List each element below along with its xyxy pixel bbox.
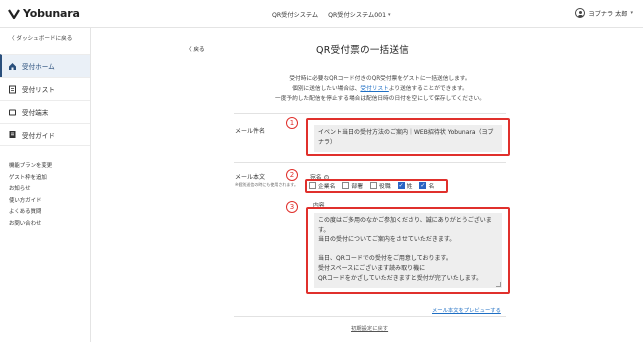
user-avatar-icon: [575, 8, 586, 18]
divider: [234, 113, 506, 114]
description-line: 一度予約した配信を停止する場合は配信日時の日付を空にして保存してください。: [275, 96, 485, 102]
body-note: ※個別送信の時にも使用されます。: [235, 182, 298, 187]
marker-2: 2: [286, 169, 298, 181]
content-textarea[interactable]: この度はご多用のなかご参加くださり、誠にありがとうございます。 当日の受付につい…: [314, 213, 502, 288]
marker-1: 1: [286, 117, 298, 129]
brand-name: Yobunara: [23, 7, 80, 20]
checkbox-position[interactable]: 役職: [370, 181, 391, 190]
sidebar-link-add-guest[interactable]: ゲスト枠を追加: [9, 173, 52, 185]
sidebar-item-list[interactable]: 受付リスト: [0, 77, 90, 100]
checkbox-label: 部署: [351, 184, 364, 190]
checkbox-label: 企業名: [318, 184, 336, 190]
body-label: メール本文: [235, 174, 266, 181]
reset-defaults-link[interactable]: 初期設定に戻す: [351, 324, 388, 332]
sidebar-nav: 受付ホーム 受付リスト 受付端末 受付ガイド: [0, 54, 90, 146]
yobunara-logo-icon: [8, 8, 20, 19]
checkbox-company[interactable]: 企業名: [309, 181, 335, 190]
sidebar-item-home[interactable]: 受付ホーム: [0, 54, 90, 77]
home-icon: [8, 62, 17, 71]
sidebar-item-label: 受付端末: [22, 109, 49, 117]
system-selector[interactable]: QR受付システム001 ▾: [328, 10, 391, 20]
divider: [234, 316, 506, 317]
checkbox-label: 役職: [379, 184, 391, 190]
sidebar-item-guide[interactable]: 受付ガイド: [0, 123, 90, 146]
checkbox-label: 姓: [406, 184, 413, 190]
salutation-checkboxes: 企業名 部署 役職 ✓ 姓 ✓ 名: [309, 181, 434, 190]
book-icon: [8, 130, 17, 139]
description-text: より送信することができます。: [388, 86, 468, 92]
page-description: 受付時に必要なQRコード付きのQR受付票をゲストに一括送信します。 個別に送信し…: [230, 74, 530, 104]
preview-body-link[interactable]: メール本文をプレビューする: [432, 306, 501, 314]
checkbox-box[interactable]: [370, 182, 378, 189]
reception-list-link[interactable]: 受付リスト: [360, 86, 388, 92]
chevron-down-icon: ▾: [388, 11, 391, 18]
tablet-icon: [8, 108, 17, 117]
sidebar-item-terminal[interactable]: 受付端末: [0, 100, 90, 123]
divider: [234, 162, 506, 163]
chevron-down-icon: ▾: [630, 10, 633, 16]
subject-label: メール件名: [235, 128, 266, 135]
top-bar: Yobunara QR受付システム QR受付システム001 ▾ ヨブナラ 太郎 …: [0, 0, 643, 28]
checkbox-label: 名: [428, 184, 435, 190]
checkbox-department[interactable]: 部署: [342, 181, 363, 190]
checkbox-last-name[interactable]: ✓ 姓: [397, 181, 413, 190]
sidebar-item-label: 受付ガイド: [22, 131, 55, 140]
page-title: QR受付票の一括送信: [316, 45, 410, 56]
checkmark-icon[interactable]: ✓: [397, 182, 405, 189]
back-to-dashboard-link[interactable]: 〈 ダッシュボードに戻る: [9, 34, 72, 42]
checkbox-box[interactable]: [309, 182, 316, 189]
logo[interactable]: Yobunara: [8, 7, 80, 20]
description-line: 個別に送信したい場合は、受付リストより送信することができます。: [230, 84, 530, 94]
sidebar-link-news[interactable]: お知らせ: [9, 184, 52, 196]
sidebar-link-contact[interactable]: お問い合わせ: [9, 219, 52, 231]
sidebar-item-label: 受付ホーム: [22, 63, 55, 71]
sidebar-links: 機能プランを変更 ゲスト枠を追加 お知らせ 使い方ガイド よくある質問 お問い合…: [9, 161, 52, 230]
description-text: 個別に送信したい場合は、: [292, 86, 361, 92]
user-name: ヨブナラ 太郎: [588, 10, 628, 18]
back-link[interactable]: 〈 戻る: [186, 45, 205, 53]
marker-3: 3: [286, 201, 298, 213]
sidebar-link-usage-guide[interactable]: 使い方ガイド: [9, 196, 52, 208]
nav-qr-system[interactable]: QR受付システム: [272, 10, 318, 19]
user-menu[interactable]: ヨブナラ 太郎 ▾: [575, 8, 633, 18]
sidebar-link-faq[interactable]: よくある質問: [9, 207, 52, 219]
sidebar: 〈 ダッシュボードに戻る 受付ホーム 受付リスト 受付端末 受付ガイド 機能プラ…: [0, 28, 91, 342]
sidebar-item-label: 受付リスト: [22, 86, 55, 94]
checkbox-box[interactable]: [342, 182, 350, 189]
description-line: 受付時に必要なQRコード付きのQR受付票をゲストに一括送信します。: [289, 76, 471, 82]
subject-field[interactable]: イベント当日の受付方法のご案内｜WEB招待状 Yobunara（ヨブナラ）: [314, 125, 502, 152]
list-icon: [8, 85, 17, 94]
checkmark-icon[interactable]: ✓: [419, 182, 427, 189]
system-selector-label: QR受付システム001: [328, 12, 387, 19]
sidebar-link-change-plan[interactable]: 機能プランを変更: [9, 161, 52, 173]
resize-handle-icon[interactable]: [496, 282, 501, 287]
top-nav: QR受付システム QR受付システム001 ▾: [272, 10, 391, 20]
checkbox-first-name[interactable]: ✓ 名: [419, 181, 434, 190]
